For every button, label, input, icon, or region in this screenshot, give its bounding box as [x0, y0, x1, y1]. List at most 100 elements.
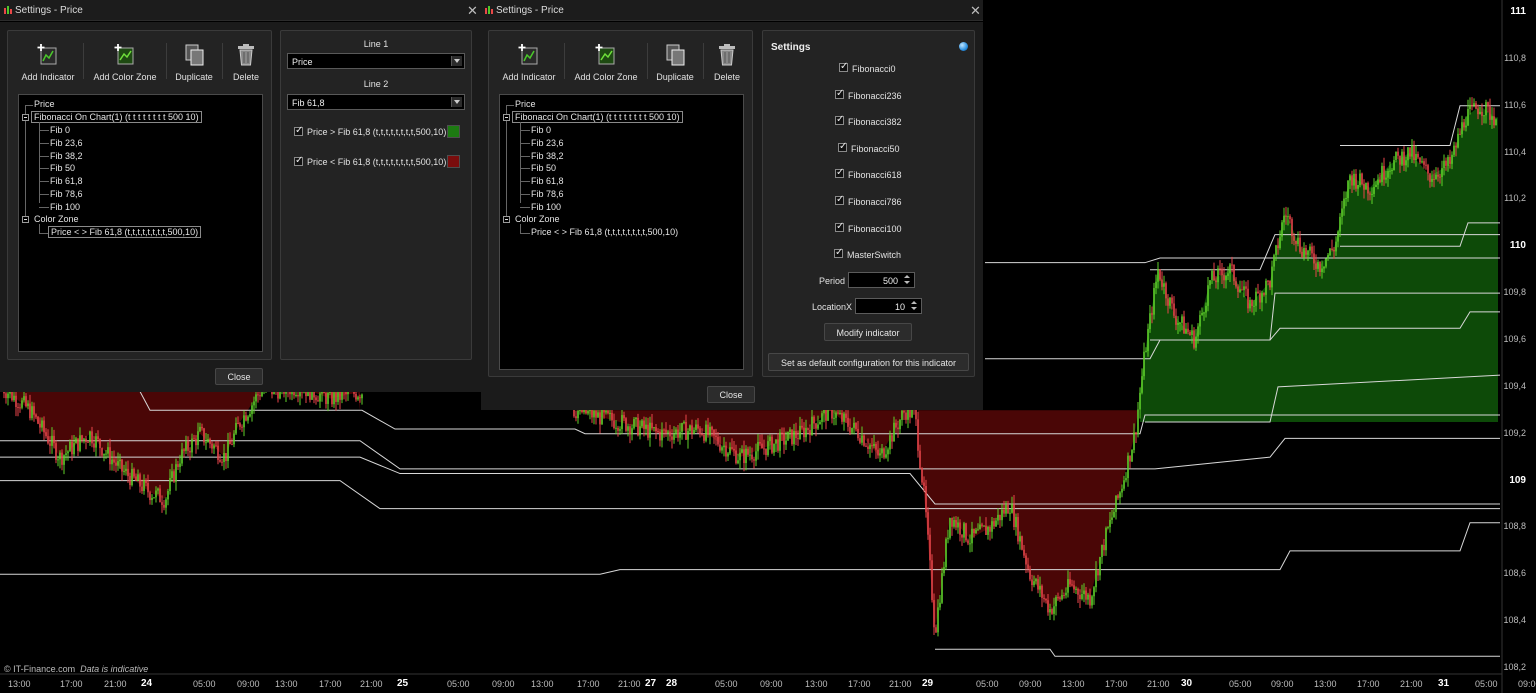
- candle-body: [677, 429, 679, 438]
- fibonacci618-checkbox[interactable]: [835, 167, 844, 178]
- candle-body: [763, 448, 765, 450]
- fibonacci50-checkbox[interactable]: [838, 141, 847, 152]
- tree-node-fib[interactable]: Fib 0: [50, 125, 70, 135]
- candle-body: [867, 446, 869, 449]
- tree-node-fib[interactable]: Fib 61,8: [50, 176, 83, 186]
- duplicate-button[interactable]: Duplicate: [652, 43, 698, 82]
- candle-body: [591, 408, 593, 418]
- tree-node-price[interactable]: Price: [34, 99, 55, 109]
- candle-body: [741, 449, 743, 453]
- add-color-zone-icon: [114, 44, 134, 65]
- line2-select[interactable]: Fib 61,8: [287, 94, 465, 110]
- add-indicator-button[interactable]: Add Indicator: [499, 43, 559, 82]
- candle-body: [1401, 151, 1403, 165]
- delete-button[interactable]: Delete: [709, 43, 745, 82]
- candle-body: [187, 441, 189, 451]
- close-button[interactable]: Close: [707, 386, 755, 403]
- candle-body: [977, 529, 979, 531]
- candle-body: [723, 445, 725, 448]
- cond-below-checkbox[interactable]: [294, 155, 303, 166]
- chevron-down-icon[interactable]: [451, 56, 462, 66]
- candle-body: [703, 434, 705, 441]
- tree-node-fibonacci[interactable]: Fibonacci On Chart(1) (t t t t t t t t 5…: [31, 111, 202, 123]
- candle-body: [1053, 606, 1055, 614]
- fibonacci236-checkbox[interactable]: [835, 88, 844, 99]
- candle-body: [1277, 245, 1279, 249]
- candle-body: [803, 427, 805, 438]
- fibonacci100-checkbox[interactable]: [835, 221, 844, 232]
- below-color-swatch[interactable]: [447, 155, 460, 168]
- tree-node-fibonacci[interactable]: Fibonacci On Chart(1) (t t t t t t t t 5…: [512, 111, 683, 123]
- indicator-tree[interactable]: Price Fibonacci On Chart(1) (t t t t t t…: [499, 94, 744, 370]
- candle-body: [81, 435, 83, 441]
- tree-node-fib[interactable]: Fib 61,8: [531, 176, 564, 186]
- modify-indicator-button[interactable]: Modify indicator: [824, 323, 912, 341]
- candle-body: [1147, 329, 1149, 352]
- tree-node-zone-item[interactable]: Price < > Fib 61,8 (t,t,t,t,t,t,t,t,500,…: [47, 226, 202, 238]
- candle-body: [1027, 564, 1029, 569]
- candle-body: [1039, 585, 1041, 590]
- close-icon[interactable]: ✕: [467, 3, 478, 19]
- add-color-zone-button[interactable]: Add Color Zone: [571, 43, 641, 82]
- stepper-icon[interactable]: [910, 300, 919, 312]
- delete-button[interactable]: Delete: [228, 43, 264, 82]
- collapse-icon[interactable]: [22, 216, 29, 223]
- indicator-tree[interactable]: Price Fibonacci On Chart(1) (t t t t t t…: [18, 94, 263, 352]
- collapse-icon[interactable]: [22, 114, 29, 121]
- cond-above-checkbox[interactable]: [294, 125, 303, 136]
- tree-node-fib[interactable]: Fib 38,2: [50, 151, 83, 161]
- candle-body: [835, 412, 837, 418]
- candle-body: [983, 525, 985, 527]
- candle-body: [1217, 268, 1219, 283]
- window-1-titlebar[interactable]: Settings - Price ✕: [0, 0, 481, 21]
- above-color-swatch[interactable]: [447, 125, 460, 138]
- set-default-button[interactable]: Set as default configuration for this in…: [768, 353, 969, 371]
- candle-body: [1187, 328, 1189, 332]
- locationx-input[interactable]: 10: [855, 298, 922, 314]
- tree-node-fib[interactable]: Fib 23,6: [531, 138, 564, 148]
- tree-node-fib[interactable]: Fib 50: [50, 163, 75, 173]
- tree-node-fib[interactable]: Fib 0: [531, 125, 551, 135]
- stepper-icon[interactable]: [903, 274, 912, 286]
- collapse-icon[interactable]: [503, 114, 510, 121]
- tree-node-price[interactable]: Price: [515, 99, 536, 109]
- candle-body: [905, 412, 907, 420]
- info-icon[interactable]: [959, 42, 968, 51]
- tree-node-fib[interactable]: Fib 100: [531, 202, 561, 212]
- duplicate-button[interactable]: Duplicate: [171, 43, 217, 82]
- candle-body: [1243, 286, 1245, 291]
- tree-node-fib[interactable]: Fib 100: [50, 202, 80, 212]
- masterswitch-checkbox[interactable]: [834, 247, 843, 258]
- candle-body: [1193, 330, 1195, 348]
- tree-node-fib[interactable]: Fib 78,6: [50, 189, 83, 199]
- chevron-down-icon[interactable]: [451, 97, 462, 107]
- period-input[interactable]: 500: [848, 272, 915, 288]
- add-color-zone-button[interactable]: Add Color Zone: [90, 43, 160, 82]
- candle-body: [1347, 180, 1349, 199]
- fibonacci786-checkbox[interactable]: [835, 194, 844, 205]
- tree-node-fib[interactable]: Fib 23,6: [50, 138, 83, 148]
- line1-select[interactable]: Price: [287, 53, 465, 69]
- add-indicator-button[interactable]: Add Indicator: [18, 43, 78, 82]
- tree-node-fib[interactable]: Fib 78,6: [531, 189, 564, 199]
- tree-node-fib[interactable]: Fib 50: [531, 163, 556, 173]
- candle-body: [33, 406, 35, 415]
- tree-node-color-zone[interactable]: Color Zone: [515, 214, 560, 224]
- fibonacci382-label: Fibonacci382: [848, 117, 902, 127]
- tree-node-color-zone[interactable]: Color Zone: [34, 214, 79, 224]
- candle-body: [1079, 594, 1081, 600]
- fibonacci382-checkbox[interactable]: [835, 114, 844, 125]
- candle-body: [1359, 173, 1361, 186]
- window-2-titlebar[interactable]: Settings - Price ✕: [481, 0, 983, 21]
- price-tick-label: 110: [1509, 240, 1526, 252]
- close-button[interactable]: Close: [215, 368, 263, 385]
- tree-node-fib[interactable]: Fib 38,2: [531, 151, 564, 161]
- collapse-icon[interactable]: [503, 216, 510, 223]
- candle-body: [1291, 219, 1293, 237]
- close-icon[interactable]: ✕: [970, 3, 981, 19]
- candle-body: [1191, 330, 1193, 335]
- candle-body: [1473, 103, 1475, 106]
- fibonacci0-checkbox[interactable]: [839, 61, 848, 72]
- tree-node-zone-item[interactable]: Price < > Fib 61,8 (t,t,t,t,t,t,t,t,500,…: [531, 227, 678, 237]
- candle-body: [317, 400, 319, 402]
